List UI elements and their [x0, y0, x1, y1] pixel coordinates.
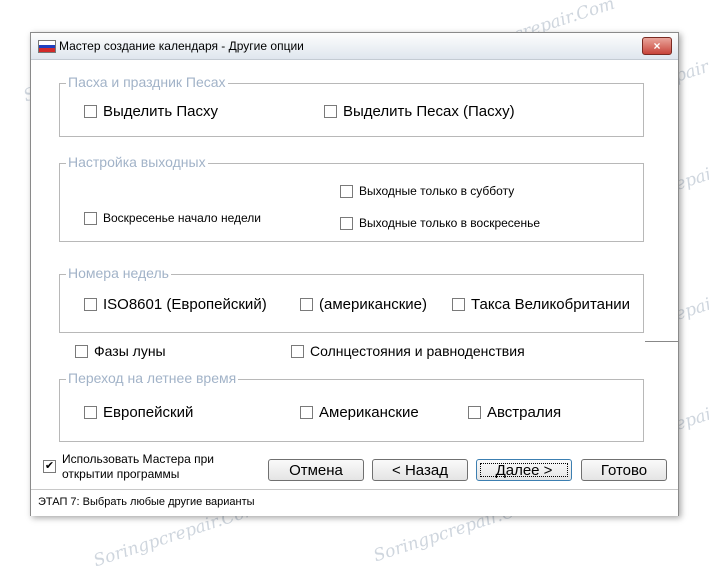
finish-button[interactable]: Готово [581, 459, 667, 481]
close-button[interactable]: × [642, 37, 672, 55]
wizard-window: Мастер создание календаря - Другие опции… [30, 32, 679, 516]
checkbox-label: Выделить Пасху [103, 103, 218, 120]
window-title: Мастер создание календаря - Другие опции [59, 39, 304, 53]
title-bar[interactable]: Мастер создание календаря - Другие опции… [31, 33, 678, 60]
checkbox-label: Солнцестояния и равноденствия [310, 343, 525, 359]
easter-group-legend: Пасха и праздник Песах [66, 74, 228, 90]
checkbox-label: (американские) [319, 296, 428, 313]
dialog-body: Пасха и праздник Песах Выделить Пасху Вы… [31, 60, 678, 488]
status-text: ЭТАП 7: Выбрать любые другие варианты [38, 496, 255, 508]
checkbox-box[interactable] [84, 211, 97, 225]
iso8601-checkbox[interactable]: ISO8601 (Европейский) [84, 296, 267, 313]
american-dst-checkbox[interactable]: Американские [300, 404, 419, 421]
weekend-sunday-only-checkbox[interactable]: Выходные только в воскресенье [340, 216, 540, 230]
dst-group-legend: Переход на летнее время [66, 370, 239, 386]
checkbox-box[interactable] [452, 298, 465, 311]
checkbox-box[interactable] [291, 344, 304, 358]
use-wizard-checkbox[interactable]: ✔ Использовать Мастера при открытии прог… [43, 452, 214, 482]
australia-dst-checkbox[interactable]: Австралия [468, 404, 561, 421]
checkbox-box[interactable] [75, 344, 88, 358]
checkbox-label: Австралия [487, 404, 562, 421]
checkbox-box[interactable] [300, 298, 313, 311]
american-weeks-checkbox[interactable]: (американские) [300, 296, 427, 313]
close-icon: × [653, 39, 661, 53]
checkbox-box[interactable] [340, 216, 353, 230]
status-bar: ЭТАП 7: Выбрать любые другие варианты [31, 489, 678, 516]
separator-line [645, 341, 678, 342]
checkbox-label: ISO8601 (Европейский) [103, 296, 267, 313]
weekend-group-legend: Настройка выходных [66, 154, 208, 170]
checkbox-label: Европейский [103, 404, 194, 421]
checkbox-label: Выходные только в субботу [359, 184, 515, 198]
moon-phases-checkbox[interactable]: Фазы луны [75, 343, 166, 359]
use-wizard-label-line1: Использовать Мастера при [62, 452, 214, 466]
checkbox-label: Выделить Песах (Пасху) [343, 103, 515, 120]
checkbox-label: Фазы луны [94, 343, 166, 359]
checkmark-icon[interactable]: ✔ [43, 460, 56, 473]
checkbox-label: Выходные только в воскресенье [359, 216, 541, 230]
checkbox-box[interactable] [340, 184, 353, 198]
checkbox-label: Американские [319, 404, 419, 421]
highlight-passover-checkbox[interactable]: Выделить Песах (Пасху) [324, 103, 515, 120]
week-numbers-group-legend: Номера недель [66, 265, 171, 281]
checkbox-box[interactable] [468, 406, 481, 419]
solstices-equinoxes-checkbox[interactable]: Солнцестояния и равноденствия [291, 343, 525, 359]
uk-tax-checkbox[interactable]: Такса Великобритании [452, 296, 630, 313]
back-button[interactable]: < Назад [372, 459, 468, 481]
checkbox-label: Воскресенье начало недели [103, 211, 261, 225]
checkbox-box[interactable] [84, 105, 97, 118]
checkbox-label: Использовать Мастера при открытии програ… [62, 452, 214, 482]
cancel-button[interactable]: Отмена [268, 459, 364, 481]
easter-group: Пасха и праздник Песах Выделить Пасху Вы… [59, 74, 644, 137]
checkbox-box[interactable] [300, 406, 313, 419]
weekend-saturday-only-checkbox[interactable]: Выходные только в субботу [340, 184, 514, 198]
checkbox-box[interactable] [324, 105, 337, 118]
checkbox-label: Такса Великобритании [471, 296, 631, 313]
use-wizard-label-line2: открытии программы [62, 467, 180, 481]
sunday-week-start-checkbox[interactable]: Воскресенье начало недели [84, 211, 261, 225]
checkbox-box[interactable] [84, 406, 97, 419]
weekend-group: Настройка выходных Выходные только в суб… [59, 154, 644, 242]
european-dst-checkbox[interactable]: Европейский [84, 404, 193, 421]
highlight-easter-checkbox[interactable]: Выделить Пасху [84, 103, 218, 120]
app-flag-icon [38, 40, 56, 53]
checkbox-box[interactable] [84, 298, 97, 311]
week-numbers-group: Номера недель ISO8601 (Европейский) (аме… [59, 265, 644, 333]
next-button[interactable]: Далее > [476, 459, 572, 481]
next-button-label: Далее > [480, 463, 568, 478]
dst-group: Переход на летнее время Европейский Амер… [59, 370, 644, 442]
